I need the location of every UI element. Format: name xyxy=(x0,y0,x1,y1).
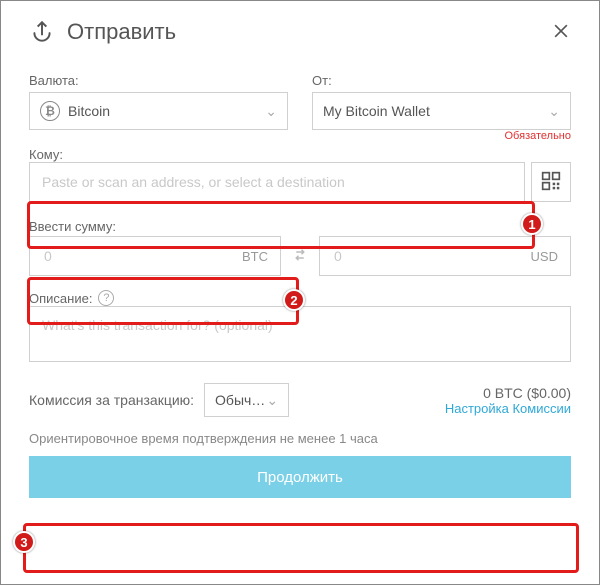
fiat-amount-box: USD xyxy=(319,236,571,276)
chevron-down-icon: ⌄ xyxy=(266,392,278,409)
recipient-address-input[interactable] xyxy=(29,162,525,202)
confirmation-eta: Ориентировочное время подтверждения не м… xyxy=(29,431,571,446)
fiat-suffix: USD xyxy=(531,249,558,264)
swap-arrow-icon xyxy=(291,246,309,267)
currency-select[interactable]: ₿ Bitcoin ⌄ xyxy=(29,92,288,130)
currency-selected: Bitcoin xyxy=(68,103,110,119)
chevron-down-icon: ⌄ xyxy=(548,103,560,120)
from-selected: My Bitcoin Wallet xyxy=(323,103,430,119)
send-icon xyxy=(29,19,55,45)
amount-label: Ввести сумму: xyxy=(29,219,116,234)
fiat-amount-input[interactable] xyxy=(332,247,531,265)
modal-body: Валюта: ₿ Bitcoin ⌄ От: My Bitcoin Walle… xyxy=(1,73,599,514)
description-label: Описание: xyxy=(29,291,92,306)
send-modal: Отправить Валюта: ₿ Bitcoin ⌄ От: My Bit… xyxy=(0,0,600,585)
from-wallet-select[interactable]: My Bitcoin Wallet ⌄ xyxy=(312,92,571,130)
fee-amount: 0 BTC ($0.00) xyxy=(445,385,571,401)
fee-priority-select[interactable]: Обыч… ⌄ xyxy=(204,383,289,417)
crypto-amount-box: BTC xyxy=(29,236,281,276)
continue-button-label: Продолжить xyxy=(257,469,343,486)
to-label: Кому: xyxy=(29,147,63,162)
bitcoin-icon: ₿ xyxy=(40,101,60,121)
fee-label: Комиссия за транзакцию: xyxy=(29,392,194,408)
modal-title: Отправить xyxy=(67,19,176,45)
annotation-badge-3: 3 xyxy=(13,531,35,553)
modal-header: Отправить xyxy=(1,1,599,59)
qr-icon xyxy=(541,171,561,194)
description-textarea[interactable] xyxy=(29,306,571,362)
fee-settings-link[interactable]: Настройка Комиссии xyxy=(445,401,571,416)
from-label: От: xyxy=(312,73,571,88)
help-icon[interactable]: ? xyxy=(98,290,114,306)
qr-scan-button[interactable] xyxy=(531,162,571,202)
fee-priority-value: Обыч… xyxy=(215,392,265,408)
modal-title-wrap: Отправить xyxy=(29,19,551,45)
continue-button[interactable]: Продолжить xyxy=(29,456,571,498)
currency-label: Валюта: xyxy=(29,73,288,88)
close-icon[interactable] xyxy=(551,21,571,44)
annotation-box-3 xyxy=(23,523,579,573)
crypto-amount-input[interactable] xyxy=(42,247,242,265)
crypto-suffix: BTC xyxy=(242,249,268,264)
required-badge: Обязательно xyxy=(505,130,572,142)
chevron-down-icon: ⌄ xyxy=(265,103,277,120)
